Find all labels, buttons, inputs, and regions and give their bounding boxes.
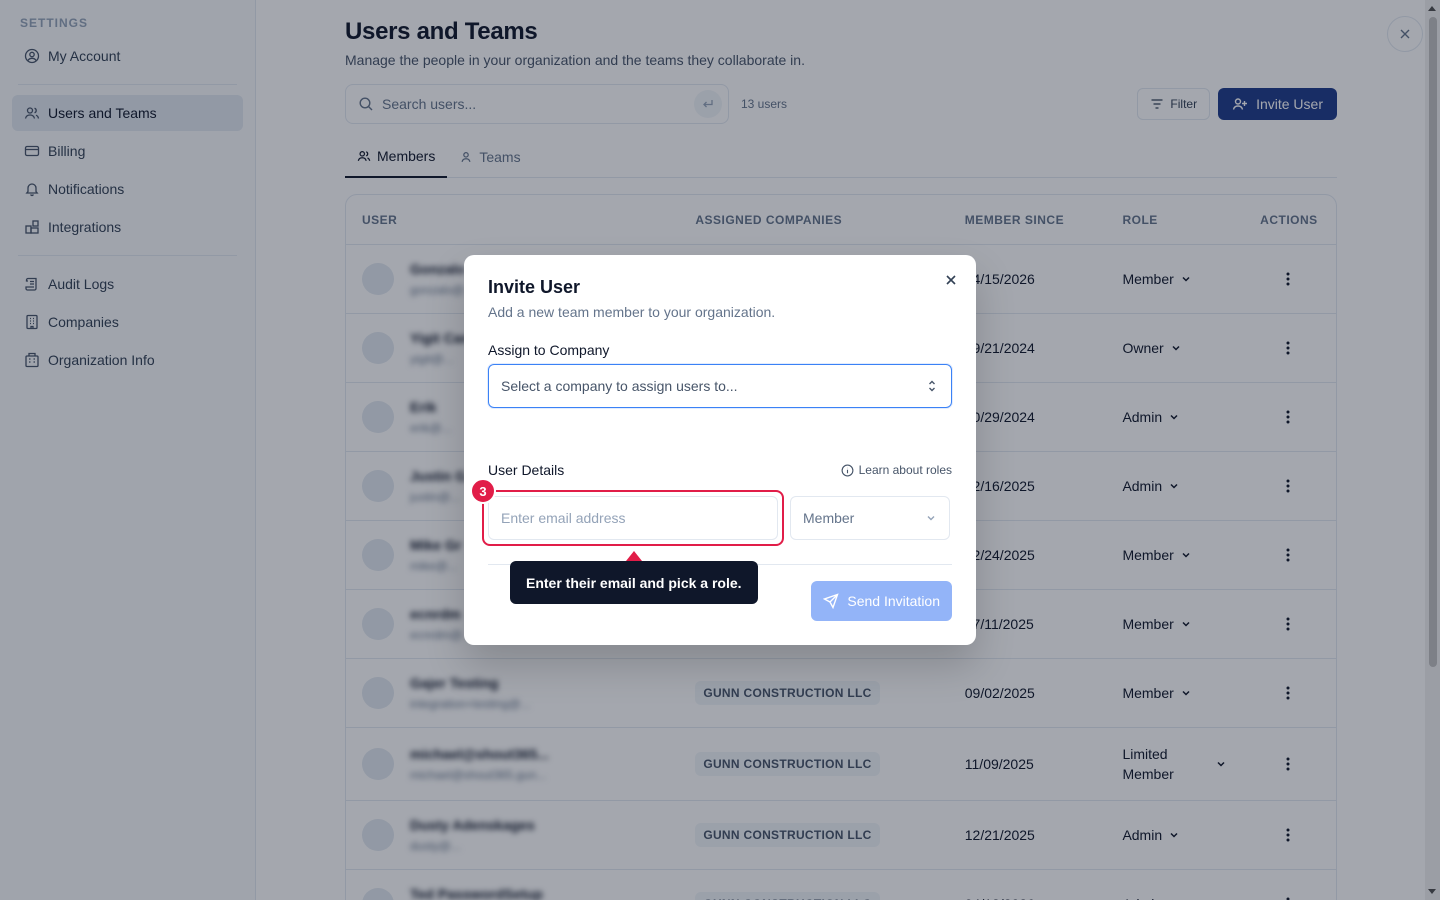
role-select[interactable]: Member	[790, 496, 950, 540]
user-details-label: User Details	[488, 462, 565, 478]
role-select-value: Member	[803, 510, 855, 526]
info-icon	[841, 464, 854, 477]
tour-tooltip-arrow	[626, 551, 642, 561]
email-field-wrapper: 3	[470, 478, 784, 546]
send-invitation-label: Send Invitation	[847, 593, 940, 609]
dialog-title: Invite User	[488, 277, 581, 297]
tour-step-badge: 3	[470, 478, 496, 504]
dialog-close-button[interactable]	[942, 271, 960, 289]
tour-tooltip: Enter their email and pick a role.	[510, 561, 758, 604]
user-details-row: 3 Member	[470, 478, 952, 546]
user-details-header: User Details Learn about roles	[488, 462, 952, 478]
chevron-down-icon	[925, 512, 937, 524]
dialog-description: Add a new team member to your organizati…	[488, 304, 776, 320]
email-field[interactable]	[488, 496, 778, 540]
company-label: Assign to Company	[488, 342, 610, 358]
learn-about-roles-link[interactable]: Learn about roles	[841, 463, 952, 477]
company-select[interactable]: Select a company to assign users to...	[488, 364, 952, 408]
send-invitation-button[interactable]: Send Invitation	[811, 581, 952, 621]
send-icon	[823, 593, 840, 609]
close-icon	[945, 274, 957, 286]
chevrons-up-down-icon	[925, 379, 939, 393]
learn-link-label: Learn about roles	[858, 463, 952, 477]
company-select-placeholder: Select a company to assign users to...	[501, 378, 738, 394]
